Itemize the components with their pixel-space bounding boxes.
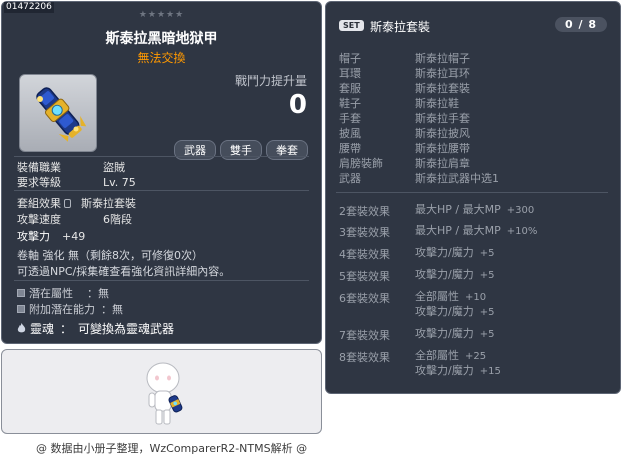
set-title: 斯泰拉套裝 bbox=[370, 20, 431, 34]
divider bbox=[14, 156, 309, 157]
potential-label: 潛在屬性 bbox=[29, 287, 73, 300]
soul-label: 靈魂 bbox=[30, 322, 55, 336]
divider bbox=[14, 280, 309, 281]
tag-weapon: 武器 bbox=[174, 140, 216, 160]
attack-speed-row: 攻擊速度 6階段 bbox=[17, 211, 132, 227]
attack-value: +49 bbox=[62, 230, 86, 243]
combat-power-label: 戰鬥力提升量 bbox=[234, 74, 307, 88]
item-tooltip-panel: 01472206 ★★★★★ 斯泰拉黑暗地狱甲 無法交換 戰鬥力提升量 0 武器… bbox=[1, 1, 322, 344]
level-value: Lv. 75 bbox=[103, 176, 136, 189]
level-label: 要求等級 bbox=[17, 176, 61, 189]
potential-icon bbox=[17, 289, 25, 297]
lock-icon bbox=[64, 199, 71, 208]
set-bonus-row: 5套裝效果 攻擊力/魔力 +5 bbox=[339, 268, 495, 283]
item-icon-frame bbox=[19, 74, 97, 152]
divider bbox=[336, 192, 608, 193]
combat-power-value: 0 bbox=[288, 90, 307, 120]
potential-value: 無 bbox=[98, 287, 109, 300]
set-equipped-count: 0 / 8 bbox=[555, 17, 607, 32]
set-bonus-row: 6套裝效果 全部屬性 +10 攻擊力/魔力 +5 bbox=[339, 290, 495, 318]
set-part-row: 手套 斯泰拉手套 bbox=[339, 112, 470, 125]
set-part-row: 鞋子 斯泰拉鞋 bbox=[339, 97, 459, 110]
set-bonus-row: 8套裝效果 全部屬性 +25 攻擊力/魔力 +15 bbox=[339, 349, 501, 377]
job-row: 裝備職業 盜賊 bbox=[17, 159, 125, 175]
npc-info-line: 可透過NPC/採集確查看強化資訊詳細內容。 bbox=[17, 265, 231, 278]
scroll-upgrade-line: 卷軸 強化 無（剩餘8次，可修復0次） bbox=[17, 249, 203, 262]
job-label: 裝備職業 bbox=[17, 161, 61, 174]
item-category-tags: 武器 雙手 拳套 bbox=[174, 140, 308, 160]
star-force-stars: ★★★★★ bbox=[138, 10, 185, 20]
level-row: 要求等級 Lv. 75 bbox=[17, 174, 136, 190]
character-avatar bbox=[146, 362, 183, 425]
claw-weapon-icon bbox=[36, 87, 87, 142]
set-effect-panel: SET 斯泰拉套裝 0 / 8 帽子 斯泰拉帽子 耳環 斯泰拉耳环 套服 斯泰拉套裝 … bbox=[325, 1, 621, 394]
item-name: 斯泰拉黑暗地狱甲 bbox=[105, 31, 218, 47]
job-value: 盜賊 bbox=[103, 161, 125, 174]
set-part-row: 肩膀裝飾 斯泰拉肩章 bbox=[339, 157, 470, 170]
divider bbox=[14, 190, 309, 191]
data-source-footer: @ 数据由小册子整理，WzComparerR2-NTMS解析 @ bbox=[36, 442, 308, 454]
avatar-preview-panel bbox=[1, 349, 322, 434]
set-bonus-row: 2套裝效果 最大HP / 最大MP +300 bbox=[339, 203, 535, 218]
additional-potential-value: 無 bbox=[112, 303, 123, 316]
set-part-row: 披風 斯泰拉披风 bbox=[339, 127, 470, 140]
attack-speed-value: 6階段 bbox=[103, 213, 132, 226]
set-row: 套組效果 斯泰拉套裝 bbox=[17, 195, 136, 211]
set-bonus-row: 7套裝效果 攻擊力/魔力 +5 bbox=[339, 327, 495, 342]
set-badge: SET bbox=[339, 20, 364, 31]
set-part-row: 腰帶 斯泰拉腰带 bbox=[339, 142, 470, 155]
soul-row: 靈魂：可變換為靈魂武器 bbox=[17, 320, 174, 337]
additional-potential-label: 附加潛在能力 bbox=[29, 303, 95, 316]
attack-speed-label: 攻擊速度 bbox=[17, 213, 61, 226]
additional-potential-icon bbox=[17, 305, 25, 313]
set-effect-label: 套組效果 bbox=[17, 197, 61, 210]
tag-claw: 拳套 bbox=[266, 140, 308, 160]
set-part-row: 套服 斯泰拉套裝 bbox=[339, 82, 470, 95]
set-part-row: 帽子 斯泰拉帽子 bbox=[339, 52, 470, 65]
set-bonus-row: 4套裝效果 攻擊力/魔力 +5 bbox=[339, 246, 495, 261]
potential-row: 潛在屬性 ：無 bbox=[17, 285, 109, 301]
soul-value: 可變換為靈魂武器 bbox=[78, 322, 175, 336]
set-effect-value: 斯泰拉套裝 bbox=[81, 197, 136, 210]
set-part-row: 武器 斯泰拉武器中选1 bbox=[339, 172, 499, 185]
additional-potential-row: 附加潛在能力 ：無 bbox=[17, 301, 123, 317]
set-bonus-row: 3套裝效果 最大HP / 最大MP +10% bbox=[339, 224, 538, 239]
soul-flame-icon bbox=[17, 323, 26, 333]
set-part-row: 耳環 斯泰拉耳环 bbox=[339, 67, 470, 80]
attack-label: 攻擊力 bbox=[17, 230, 50, 243]
trade-status: 無法交換 bbox=[137, 51, 186, 65]
attack-row: 攻擊力 +49 bbox=[17, 228, 85, 244]
tag-two-handed: 雙手 bbox=[220, 140, 262, 160]
